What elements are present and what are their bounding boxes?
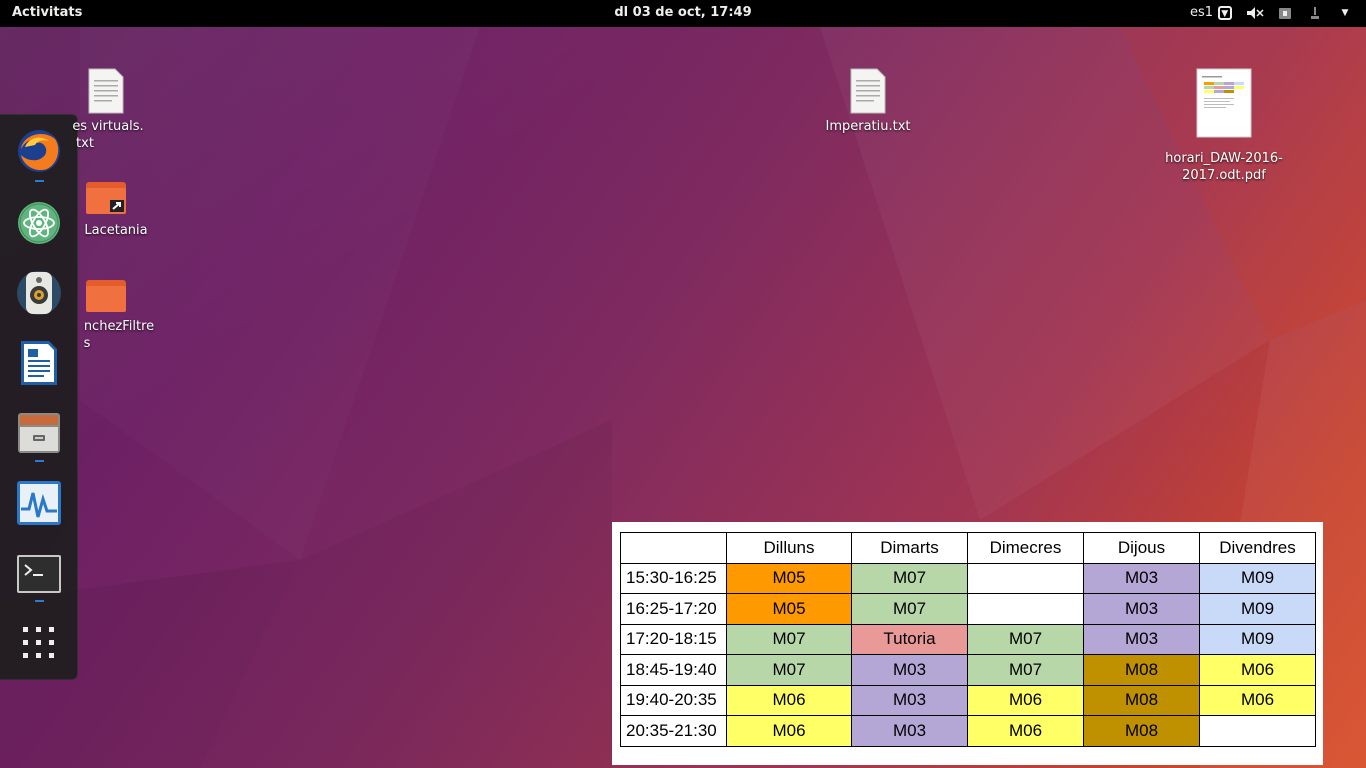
desktop-icon-label: horari_DAW-2016- [1165, 151, 1283, 166]
timetable-cell: M08 [1083, 654, 1200, 686]
running-indicator [35, 600, 44, 602]
timetable-row: 16:25-17:20 M05 M07 M03 M09 [620, 593, 1316, 625]
timetable-cell [1199, 715, 1316, 747]
timetable-cell: M07 [967, 623, 1084, 655]
folder-icon [86, 280, 126, 312]
timetable-cell: M08 [1083, 715, 1200, 747]
timetable-image: Dilluns Dimarts Dimecres Dijous Divendre… [612, 522, 1323, 765]
text-file-icon [88, 68, 124, 114]
timetable-row: 15:30-16:25 M05 M07 M03 M09 [620, 562, 1316, 594]
desktop-icon-label: nchezFiltre [83, 319, 155, 334]
timetable: Dilluns Dimarts Dimecres Dijous Divendre… [620, 532, 1316, 747]
timetable-time: 15:30-16:25 [620, 562, 727, 594]
timetable-header: Dijous [1083, 532, 1200, 564]
clock-container: dl 03 de oct, 17:49 [0, 5, 1366, 20]
desktop-icon-label: 2017.odt.pdf [1182, 168, 1266, 183]
timetable-cell: M08 [1083, 684, 1200, 716]
timetable-time: 16:25-17:20 [620, 593, 727, 625]
dock-app-system-monitor[interactable] [15, 479, 63, 527]
app-grid-icon [23, 627, 54, 658]
timetable-cell: M05 [726, 593, 852, 625]
speaker-icon [17, 271, 61, 315]
timetable-cell: M06 [726, 715, 852, 747]
timetable-cell: M09 [1199, 562, 1316, 594]
desktop-icon-folder-link[interactable]: Lacetania [70, 178, 170, 239]
timetable-time: 20:35-21:30 [620, 715, 727, 747]
folder-link-icon [86, 182, 126, 214]
desktop-icon-folder[interactable]: nchezFiltre s [70, 276, 170, 352]
activities-button[interactable]: Activitats [12, 5, 82, 20]
timetable-row: 19:40-20:35 M06 M03 M06 M08 M06 [620, 684, 1316, 716]
timetable-cell: M03 [851, 654, 968, 686]
timetable-row: 17:20-18:15 M07 Tutoria M07 M03 M09 [620, 623, 1316, 655]
timetable-cell: M07 [726, 623, 852, 655]
terminal-icon [17, 555, 61, 593]
dock [0, 114, 78, 680]
power-menu-icon[interactable] [1306, 4, 1324, 22]
chevron-down-icon[interactable]: ▼ [1336, 4, 1354, 22]
system-monitor-icon [17, 481, 61, 525]
desktop-icon-label: txt [76, 136, 94, 151]
timetable-cell: M03 [1083, 593, 1200, 625]
timetable-cell: M06 [967, 715, 1084, 747]
desktop-icon-label: Imperatiu.txt [825, 119, 911, 134]
dock-app-terminal[interactable] [15, 551, 63, 599]
system-tray[interactable]: ▼ [1216, 4, 1354, 22]
timetable-time: 17:20-18:15 [620, 623, 727, 655]
timetable-header: Dimarts [851, 532, 968, 564]
text-file-icon [850, 68, 886, 114]
desktop-icon-label: s [83, 336, 91, 351]
timetable-cell: M07 [851, 562, 968, 594]
timetable-cell: M03 [1083, 623, 1200, 655]
file-cabinet-icon [18, 413, 60, 453]
desktop-icon-imperatiu[interactable]: Imperatiu.txt [814, 68, 922, 135]
timetable-row: 20:35-21:30 M06 M03 M06 M08 [620, 715, 1316, 747]
desktop-icon-horari-pdf[interactable]: horari_DAW-2016- 2017.odt.pdf [1160, 68, 1288, 184]
screen-icon[interactable] [1216, 4, 1234, 22]
timetable-row: 18:45-19:40 M07 M03 M07 M08 M06 [620, 654, 1316, 686]
timetable-header: Dilluns [726, 532, 852, 564]
running-indicator [35, 180, 44, 182]
pdf-thumbnail-icon [1196, 68, 1252, 138]
timetable-cell: M06 [1199, 684, 1316, 716]
atom-icon [18, 202, 60, 244]
timetable-cell: Tutoria [851, 623, 968, 655]
clock-button[interactable]: dl 03 de oct, 17:49 [614, 5, 751, 20]
battery-icon[interactable] [1276, 4, 1294, 22]
timetable-cell: M03 [851, 715, 968, 747]
timetable-header: Divendres [1199, 532, 1316, 564]
timetable-cell: M09 [1199, 593, 1316, 625]
top-bar: Activitats dl 03 de oct, 17:49 es1 ▼ ▼ [0, 0, 1366, 27]
timetable-cell [967, 562, 1084, 594]
timetable-cell [967, 593, 1084, 625]
timetable-header [620, 532, 727, 564]
timetable-header-row: Dilluns Dimarts Dimecres Dijous Divendre… [620, 532, 1316, 564]
timetable-cell: M05 [726, 562, 852, 594]
timetable-cell: M03 [851, 684, 968, 716]
show-applications-button[interactable] [15, 619, 63, 667]
dock-app-files[interactable] [15, 409, 63, 457]
running-indicator [35, 460, 44, 462]
dock-app-rhythmbox[interactable] [15, 269, 63, 317]
keyboard-layout-label: es1 [1190, 5, 1214, 20]
dock-app-atom[interactable] [15, 199, 63, 247]
timetable-cell: M07 [967, 654, 1084, 686]
timetable-cell: M06 [967, 684, 1084, 716]
desktop-icon-label: es virtuals. [72, 119, 144, 134]
timetable-cell: M06 [1199, 654, 1316, 686]
desktop-icon-label: Lacetania [84, 223, 148, 238]
timetable-cell: M07 [726, 654, 852, 686]
timetable-cell: M09 [1199, 623, 1316, 655]
volume-muted-icon[interactable] [1246, 4, 1264, 22]
timetable-header: Dimecres [967, 532, 1084, 564]
desktop-icon-text-file[interactable]: es virtuals. txt [60, 68, 170, 152]
timetable-cell: M07 [851, 593, 968, 625]
timetable-cell: M06 [726, 684, 852, 716]
timetable-time: 18:45-19:40 [620, 654, 727, 686]
timetable-cell: M03 [1083, 562, 1200, 594]
timetable-time: 19:40-20:35 [620, 684, 727, 716]
